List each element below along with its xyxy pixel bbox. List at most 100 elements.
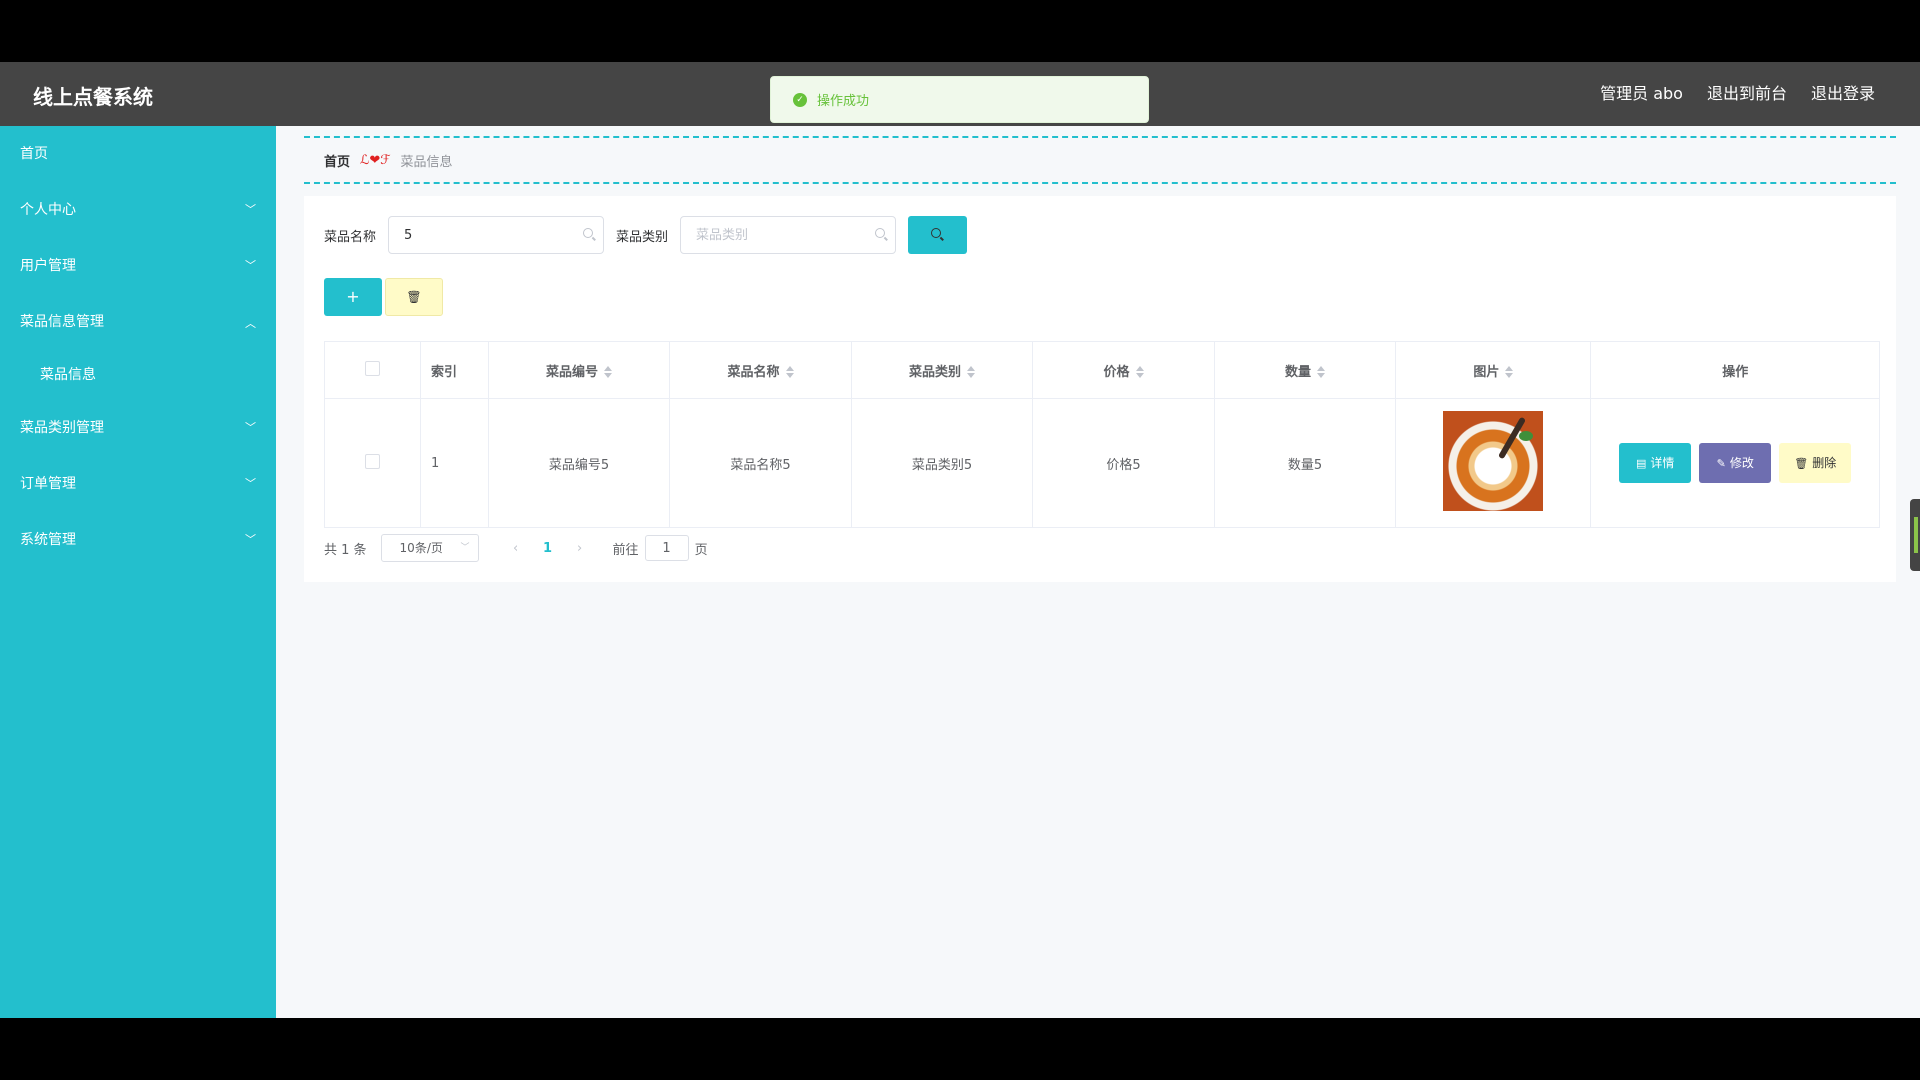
sidebar-item-label: 菜品类别管理: [20, 420, 104, 436]
page-number-1[interactable]: 1: [531, 541, 565, 556]
search-icon: [931, 228, 942, 238]
plus-icon: +: [346, 287, 360, 306]
breadcrumb: 首页 ℒ❤ℱ 菜品信息: [304, 136, 1896, 184]
sidebar: 首页 个人中心 ﹀ 用户管理 ﹀ 菜品信息管理 ﹀ 菜品信息 菜品类别管理 ﹀ 订单管理…: [0, 126, 276, 1018]
sidebar-item-label: 订单管理: [20, 476, 76, 492]
app-title: 线上点餐系统: [33, 85, 153, 109]
dish-category-label: 菜品类别: [616, 229, 669, 245]
sidebar-item-label: 首页: [20, 146, 48, 162]
sidebar-item-order-management[interactable]: 订单管理 ﹀: [0, 456, 276, 512]
dish-category-input[interactable]: [681, 217, 867, 253]
column-header-code[interactable]: 菜品编号: [487, 341, 671, 399]
column-header-name[interactable]: 菜品名称: [669, 341, 852, 399]
column-header-price[interactable]: 价格: [1032, 341, 1215, 399]
breadcrumb-home[interactable]: 首页: [324, 151, 350, 170]
cell-price: 价格5: [1032, 398, 1215, 528]
chevron-down-icon: ﹀: [245, 533, 256, 546]
app-screen: 线上点餐系统 管理员 abo 退出到前台 退出登录 ✓ 操作成功 首页 个人中心…: [0, 62, 1920, 1018]
sort-icon[interactable]: [604, 366, 612, 378]
add-button[interactable]: +: [324, 278, 382, 316]
trash-icon: 🗑: [406, 290, 422, 304]
select-all-cell: [324, 341, 421, 399]
cell-index: 1: [419, 398, 489, 528]
goto-page-input[interactable]: [644, 535, 689, 561]
table-row: 1 菜品编号5 菜品名称5 菜品类别5 价格5 数量5 ▤ 详情 ✎ 修改 🗑 删除: [324, 398, 1880, 528]
chevron-down-icon: ﹀: [460, 543, 470, 553]
main-content: 首页 ℒ❤ℱ 菜品信息 菜品名称 菜品类别: [276, 126, 1920, 1018]
admin-user-link[interactable]: 管理员 abo: [1600, 80, 1683, 104]
sidebar-item-system-management[interactable]: 系统管理 ﹀: [0, 512, 276, 568]
detail-button[interactable]: ▤ 详情: [1619, 443, 1692, 483]
select-all-checkbox[interactable]: [364, 360, 380, 376]
success-toast: ✓ 操作成功: [770, 76, 1149, 123]
check-circle-icon: ✓: [793, 92, 807, 107]
pagination-total: 共 1 条: [324, 542, 367, 558]
dish-category-field: [680, 216, 897, 254]
pagination: 共 1 条 10条/页﹀ ‹ 1 › 前往 页: [324, 534, 708, 562]
sort-icon[interactable]: [1135, 366, 1144, 378]
sidebar-item-dish-info[interactable]: 菜品信息: [0, 350, 276, 400]
search-button[interactable]: [908, 216, 968, 254]
cell-category: 菜品类别5: [850, 398, 1034, 528]
breadcrumb-separator: ℒ❤ℱ: [360, 152, 391, 168]
batch-delete-button[interactable]: 🗑: [385, 278, 443, 316]
column-header-image[interactable]: 图片: [1395, 341, 1592, 399]
pencil-icon: ✎: [1716, 457, 1726, 470]
side-scroll-handle[interactable]: [1910, 499, 1920, 571]
next-page-button[interactable]: ›: [565, 541, 595, 556]
cell-code: 菜品编号5: [487, 398, 671, 528]
sidebar-item-dish-management[interactable]: 菜品信息管理 ﹀: [0, 294, 276, 350]
sidebar-item-label: 菜品信息管理: [20, 314, 104, 330]
cell-image: [1395, 398, 1592, 528]
exit-to-frontend-link[interactable]: 退出到前台: [1707, 80, 1787, 104]
sidebar-item-label: 系统管理: [20, 532, 76, 548]
dish-name-field: [388, 216, 605, 254]
dish-name-input[interactable]: [389, 217, 575, 253]
sort-icon[interactable]: [967, 366, 975, 378]
sort-icon[interactable]: [785, 366, 794, 378]
sidebar-item-personal-center[interactable]: 个人中心 ﹀: [0, 182, 276, 238]
goto-label: 前往: [612, 542, 639, 558]
page-size-select[interactable]: 10条/页 ﹀: [380, 534, 479, 562]
cell-quantity: 数量5: [1213, 398, 1397, 528]
sidebar-item-dish-category-management[interactable]: 菜品类别管理 ﹀: [0, 400, 276, 456]
logout-link[interactable]: 退出登录: [1811, 80, 1875, 104]
chevron-down-icon: ﹀: [245, 203, 256, 216]
chevron-down-icon: ﹀: [245, 477, 256, 490]
dish-name-label: 菜品名称: [324, 229, 377, 245]
breadcrumb-current: 菜品信息: [400, 154, 453, 170]
top-links: 管理员 abo 退出到前台 退出登录: [1600, 80, 1875, 104]
search-icon: [583, 228, 594, 238]
column-header-quantity[interactable]: 数量: [1213, 341, 1397, 399]
row-select-cell: [324, 398, 421, 528]
trash-icon: 🗑: [1794, 457, 1809, 470]
edit-button[interactable]: ✎ 修改: [1699, 443, 1772, 483]
delete-button[interactable]: 🗑 删除: [1779, 443, 1852, 483]
column-header-category[interactable]: 菜品类别: [850, 341, 1034, 399]
page-suffix: 页: [694, 542, 708, 558]
document-icon: ▤: [1636, 457, 1647, 470]
chevron-up-icon: ﹀: [245, 316, 256, 329]
column-header-index: 索引: [419, 341, 489, 399]
sidebar-item-home[interactable]: 首页: [0, 126, 276, 182]
search-icon: [875, 228, 886, 238]
dish-image[interactable]: [1443, 411, 1544, 511]
top-bar: 线上点餐系统 管理员 abo 退出到前台 退出登录 ✓ 操作成功: [0, 62, 1920, 126]
sidebar-item-user-management[interactable]: 用户管理 ﹀: [0, 238, 276, 294]
search-bar: 菜品名称 菜品类别: [324, 216, 968, 254]
chevron-down-icon: ﹀: [245, 421, 256, 434]
cell-actions: ▤ 详情 ✎ 修改 🗑 删除: [1590, 398, 1880, 528]
column-header-actions: 操作: [1590, 341, 1880, 399]
row-checkbox[interactable]: [364, 453, 380, 469]
action-toolbar: + 🗑: [324, 278, 443, 316]
sidebar-item-label: 用户管理: [20, 258, 76, 274]
sidebar-item-label: 菜品信息: [40, 367, 96, 383]
sort-icon[interactable]: [1505, 366, 1514, 378]
dish-table: 索引 菜品编号 菜品名称 菜品类别 价格 数量 图片 操作 1 菜品编号5 菜品…: [324, 341, 1880, 528]
cell-name: 菜品名称5: [669, 398, 852, 528]
prev-page-button[interactable]: ‹: [501, 541, 531, 556]
chevron-down-icon: ﹀: [245, 259, 256, 272]
list-panel: 菜品名称 菜品类别 + 🗑: [304, 196, 1896, 582]
toast-message: 操作成功: [817, 94, 870, 109]
sort-icon[interactable]: [1317, 366, 1325, 378]
